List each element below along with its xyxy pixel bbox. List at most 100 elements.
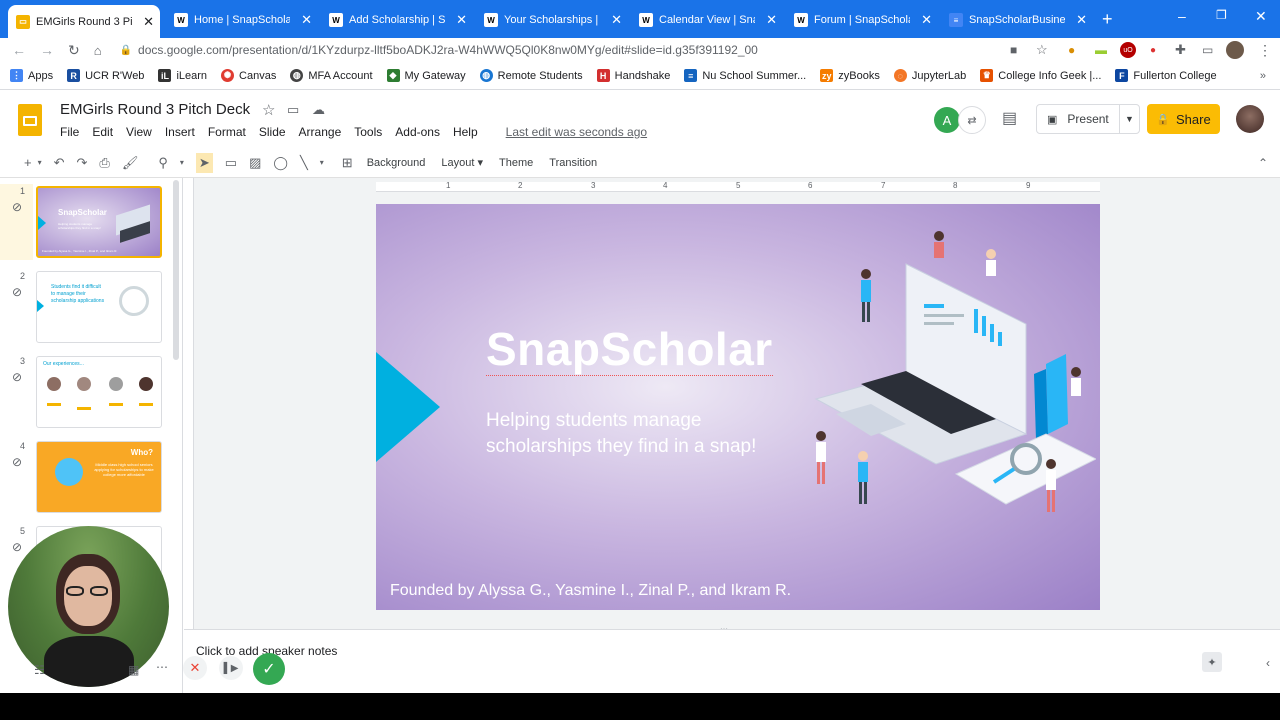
last-edit-link[interactable]: Last edit was seconds ago bbox=[506, 125, 647, 139]
menu-format[interactable]: Format bbox=[208, 125, 246, 139]
image-icon[interactable]: ▨ bbox=[249, 155, 261, 171]
shape-icon[interactable]: ◯ bbox=[273, 155, 288, 171]
camera-icon[interactable]: ■ bbox=[1010, 43, 1017, 57]
restore-icon[interactable]: ❐ bbox=[1216, 8, 1227, 22]
back-icon[interactable]: ← bbox=[12, 42, 26, 58]
forward-icon[interactable]: → bbox=[40, 42, 54, 58]
bookmark-jupyterlab[interactable]: ◌ JupyterLab bbox=[893, 69, 966, 82]
present-dropdown-icon[interactable]: ▼ bbox=[1119, 105, 1139, 133]
menu-arrange[interactable]: Arrange bbox=[299, 125, 342, 139]
bookmark-zybooks[interactable]: zy zyBooks bbox=[820, 69, 880, 82]
slide-thumbnail-2[interactable]: Students find it difficult to manage the… bbox=[36, 271, 162, 343]
bookmark-canvas[interactable]: ✺ Canvas bbox=[221, 69, 276, 82]
zoom-dropdown-icon[interactable]: ▾ bbox=[180, 158, 184, 167]
ublock-icon[interactable]: uO bbox=[1120, 42, 1136, 58]
line-icon[interactable]: ╲ bbox=[300, 155, 308, 171]
bookmark-ucr-rweb[interactable]: R UCR R'Web bbox=[67, 69, 144, 82]
new-slide-dropdown-icon[interactable]: ▾ bbox=[38, 158, 42, 167]
bookmark-college-info-geek[interactable]: ♛ College Info Geek |... bbox=[980, 69, 1101, 82]
share-button[interactable]: 🔒 Share bbox=[1147, 104, 1220, 134]
tab-your-scholarships[interactable]: W Your Scholarships | Sna ✕ bbox=[476, 6, 628, 34]
close-icon[interactable]: ✕ bbox=[611, 12, 622, 28]
close-icon[interactable]: ✕ bbox=[456, 12, 467, 28]
slide-thumbnail-3[interactable]: Our experiences... bbox=[36, 356, 162, 428]
slide-1-canvas[interactable]: SnapScholar Helping students manage scho… bbox=[376, 204, 1100, 610]
present-button[interactable]: ▣ Present ▼ bbox=[1036, 104, 1140, 134]
bookmark-star-icon[interactable]: ☆ bbox=[1036, 42, 1048, 58]
menu-help[interactable]: Help bbox=[453, 125, 478, 139]
redo-icon[interactable]: ↷ bbox=[77, 155, 88, 171]
add-comment-icon[interactable]: ⊞ bbox=[342, 155, 353, 171]
menu-addons[interactable]: Add-ons bbox=[395, 125, 440, 139]
menu-slide[interactable]: Slide bbox=[259, 125, 286, 139]
window-close-icon[interactable]: ✕ bbox=[1255, 8, 1267, 25]
layout-button[interactable]: Layout ▾ bbox=[441, 156, 483, 169]
print-icon[interactable]: ⎙ bbox=[99, 155, 109, 171]
more-vert-icon[interactable]: ⋮ bbox=[1258, 42, 1272, 59]
collaborator-avatar[interactable]: A bbox=[934, 107, 960, 133]
puzzle-icon[interactable]: ✚ bbox=[1175, 42, 1186, 58]
bookmark-remote-students[interactable]: ◍ Remote Students bbox=[479, 69, 583, 82]
slides-logo-icon[interactable] bbox=[18, 104, 42, 136]
menu-tools[interactable]: Tools bbox=[354, 125, 382, 139]
move-folder-icon[interactable]: ▭ bbox=[287, 102, 299, 118]
profile-avatar[interactable] bbox=[1226, 41, 1244, 59]
close-icon[interactable]: ✕ bbox=[1076, 12, 1087, 28]
filmstrip-view-icon[interactable]: ▦ bbox=[128, 663, 139, 677]
meet-icon[interactable]: ⇄ bbox=[958, 106, 986, 134]
collapse-chevron-icon[interactable]: ⌃ bbox=[1258, 156, 1268, 170]
undo-icon[interactable]: ↶ bbox=[54, 155, 65, 171]
tab-add-scholarship[interactable]: W Add Scholarship | Snap ✕ bbox=[321, 6, 473, 34]
reload-icon[interactable]: ↻ bbox=[68, 42, 80, 59]
zoom-icon[interactable]: ⚲ bbox=[158, 155, 168, 171]
cast-icon[interactable]: ▭ bbox=[1202, 43, 1213, 57]
menu-edit[interactable]: Edit bbox=[92, 125, 113, 139]
account-avatar[interactable] bbox=[1236, 105, 1264, 133]
slide-title[interactable]: SnapScholar bbox=[486, 322, 773, 376]
side-panel-chevron-icon[interactable]: ‹ bbox=[1266, 656, 1270, 670]
extension-icon[interactable]: ▬ bbox=[1095, 43, 1107, 57]
cancel-recording-button[interactable]: ✕ bbox=[183, 656, 207, 680]
bookmark-nu-school[interactable]: ≡ Nu School Summer... bbox=[684, 69, 806, 82]
tab-home-snapscholar[interactable]: W Home | SnapScholar ✕ bbox=[166, 6, 318, 34]
line-dropdown-icon[interactable]: ▾ bbox=[320, 158, 324, 167]
pause-recording-button[interactable]: ▌▶ bbox=[219, 656, 243, 680]
select-cursor-icon[interactable]: ➤ bbox=[195, 152, 213, 173]
text-box-icon[interactable]: ▭ bbox=[225, 155, 237, 171]
new-slide-icon[interactable]: + bbox=[24, 155, 32, 170]
explore-icon[interactable]: ✦ bbox=[1202, 652, 1222, 672]
tab-calendar-view[interactable]: W Calendar View | SnapSc ✕ bbox=[631, 6, 783, 34]
cookie-extension-icon[interactable]: ● bbox=[1068, 43, 1075, 57]
tab-forum[interactable]: W Forum | SnapScholar ✕ bbox=[786, 6, 938, 34]
comments-icon[interactable]: ▤ bbox=[1002, 108, 1017, 128]
bookmark-apps[interactable]: ⋮ Apps bbox=[10, 69, 53, 82]
slide-footer[interactable]: Founded by Alyssa G., Yasmine I., Zinal … bbox=[390, 582, 791, 600]
document-title[interactable]: EMGirls Round 3 Pitch Deck bbox=[60, 101, 250, 118]
bookmark-ilearn[interactable]: iL iLearn bbox=[158, 69, 207, 82]
extension-red-icon[interactable]: ● bbox=[1150, 45, 1156, 56]
star-icon[interactable]: ☆ bbox=[262, 101, 275, 119]
more-bookmarks-icon[interactable]: » bbox=[1260, 70, 1266, 82]
menu-file[interactable]: File bbox=[60, 125, 79, 139]
menu-view[interactable]: View bbox=[126, 125, 152, 139]
close-icon[interactable]: ✕ bbox=[143, 14, 154, 30]
slide-thumbnail-4[interactable]: Who? Middle class high school seniors ap… bbox=[36, 441, 162, 513]
close-icon[interactable]: ✕ bbox=[766, 12, 777, 28]
bookmark-mfa[interactable]: ◍ MFA Account bbox=[290, 69, 373, 82]
slide-subtitle[interactable]: Helping students manage scholarships the… bbox=[486, 408, 756, 460]
theme-button[interactable]: Theme bbox=[499, 157, 533, 169]
home-icon[interactable]: ⌂ bbox=[94, 43, 102, 58]
finish-recording-button[interactable]: ✓ bbox=[253, 653, 285, 685]
grid-view-icon[interactable]: ☷ bbox=[34, 663, 45, 677]
background-button[interactable]: Background bbox=[367, 157, 426, 169]
new-tab-plus-icon[interactable]: + bbox=[1102, 9, 1113, 30]
menu-insert[interactable]: Insert bbox=[165, 125, 195, 139]
bookmark-handshake[interactable]: H Handshake bbox=[596, 69, 670, 82]
close-icon[interactable]: ✕ bbox=[301, 12, 312, 28]
tab-emgirls-pitch[interactable]: ▭ EMGirls Round 3 Pitch ✕ bbox=[8, 5, 160, 38]
slide-thumbnail-1[interactable]: SnapScholar Helping students manage scho… bbox=[36, 186, 162, 258]
close-icon[interactable]: ✕ bbox=[921, 12, 932, 28]
url-field[interactable]: docs.google.com/presentation/d/1KYzdurpz… bbox=[138, 43, 758, 57]
minimize-icon[interactable]: – bbox=[1178, 8, 1186, 24]
tab-business-plan[interactable]: ≡ SnapScholarBusinessPl ✕ bbox=[941, 6, 1093, 34]
